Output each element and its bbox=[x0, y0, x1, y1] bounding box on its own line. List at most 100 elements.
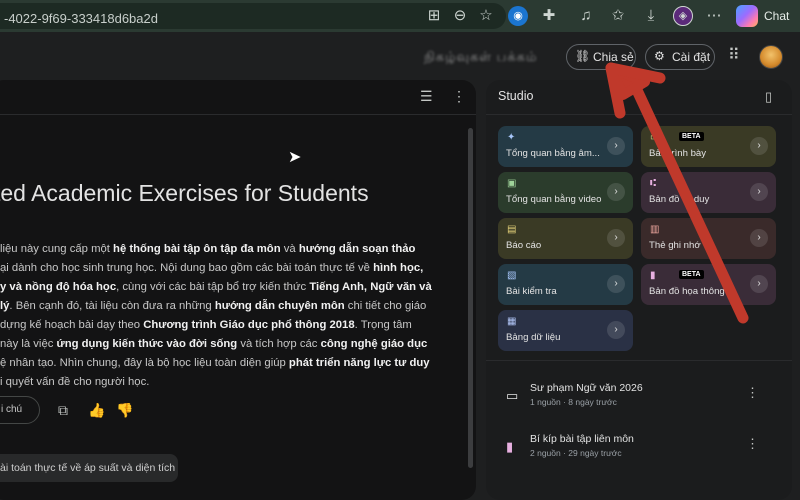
summary-text: ệ nhân tạo. Nhìn chung, đây là bộ học li… bbox=[0, 357, 289, 369]
summary-highlight: hướng dẫn soạn thảo bbox=[298, 243, 416, 255]
summary-text: , cùng với các bài tập bổ trợ kiến thức bbox=[116, 281, 310, 293]
summary-text: . Bên cạnh đó, tài liệu còn đưa ra những bbox=[9, 300, 215, 312]
studio-tile-label: Bài kiểm tra bbox=[506, 286, 557, 297]
save-to-note-button[interactable]: i chú bbox=[0, 396, 40, 424]
summary-line: i quyết vấn đề cho người học. bbox=[0, 373, 440, 392]
studio-tile-icon: ▥ bbox=[650, 224, 660, 235]
summary-highlight: Chương trình Giáo dục phổ thông 2018 bbox=[143, 319, 355, 331]
note-item[interactable]: ▭ Sư phạm Ngữ văn 2026 1 nguồn · 8 ngày tr… bbox=[498, 382, 778, 422]
summary-highlight: hướng dẫn chuyên môn bbox=[214, 300, 345, 312]
summary-text: và bbox=[280, 243, 299, 255]
chevron-right-icon[interactable]: › bbox=[750, 183, 768, 201]
share-icon: ⛓ bbox=[575, 49, 591, 63]
chevron-right-icon[interactable]: › bbox=[607, 183, 625, 201]
translate-icon[interactable]: ⊞ bbox=[424, 6, 444, 26]
chevron-right-icon[interactable]: › bbox=[607, 229, 625, 247]
studio-tile-label: Thẻ ghi nhớ bbox=[649, 240, 701, 251]
studio-tile[interactable]: ▮ BETA Bản đồ họa thông t... › bbox=[641, 264, 776, 305]
summary-line: ại dành cho học sinh trung học. Nội dung… bbox=[0, 259, 440, 278]
copilot-icon bbox=[736, 5, 758, 27]
summary-text: ại dành cho học sinh trung học. Nội dung… bbox=[0, 262, 374, 274]
thumbs-up-icon[interactable]: 👍 bbox=[88, 402, 105, 419]
studio-tile-icon: ▤ bbox=[507, 224, 517, 235]
chevron-right-icon[interactable]: › bbox=[750, 137, 768, 155]
suggested-question-label: ài toán thực tế về áp suất và diện tích bbox=[0, 462, 176, 474]
studio-tile[interactable]: ✦ Tổng quan bằng âm... › bbox=[498, 126, 633, 167]
chevron-right-icon[interactable]: › bbox=[750, 275, 768, 293]
summary-line: này là việc ứng dụng kiến thức vào đời s… bbox=[0, 335, 440, 354]
chevron-right-icon[interactable]: › bbox=[750, 229, 768, 247]
studio-tile[interactable]: ▦ Bảng dữ liệu › bbox=[498, 310, 633, 351]
summary-text: dựng kế hoạch bài dạy theo bbox=[0, 319, 144, 331]
extensions-icon[interactable]: ✚ bbox=[539, 6, 559, 26]
summary-text: i quyết vấn đề cho người học. bbox=[0, 376, 150, 388]
copy-icon[interactable]: ⧉ bbox=[58, 402, 68, 419]
suggested-question[interactable]: ài toán thực tế về áp suất và diện tích bbox=[0, 454, 178, 482]
tune-settings-icon[interactable]: ☰ bbox=[420, 88, 433, 105]
url-text: -4022-9f69-333418d6ba2d bbox=[4, 11, 158, 26]
summary-line: liệu này cung cấp một hệ thống bài tập ô… bbox=[0, 240, 440, 259]
studio-tile-icon: ▭ bbox=[650, 132, 660, 143]
studio-tile-label: Tổng quan bằng video bbox=[506, 194, 602, 205]
zoom-icon[interactable]: ⊖ bbox=[450, 6, 470, 26]
divider bbox=[0, 114, 476, 115]
studio-tile-label: Báo cáo bbox=[506, 240, 542, 251]
summary-line: y và nồng độ hóa học, cùng với các bài t… bbox=[0, 278, 440, 297]
studio-tile-icon: ▮ bbox=[650, 270, 656, 281]
summary-text: này là việc bbox=[0, 338, 57, 350]
studio-tile-icon: ⑆ bbox=[650, 178, 656, 189]
studio-tile-icon: ▦ bbox=[507, 316, 517, 327]
summary-text: liệu này cung cấp một bbox=[0, 243, 114, 255]
avatar[interactable] bbox=[759, 45, 783, 69]
studio-title: Studio bbox=[498, 89, 534, 103]
scrollbar[interactable] bbox=[468, 128, 473, 468]
more-icon[interactable]: ⋯ bbox=[704, 6, 724, 26]
bookmark-star-icon[interactable]: ☆ bbox=[476, 6, 496, 26]
apps-grid-icon[interactable]: ⠿ bbox=[728, 48, 744, 64]
studio-tile[interactable]: ▥ Thẻ ghi nhớ › bbox=[641, 218, 776, 259]
note-meta: 1 nguồn · 8 ngày trước bbox=[530, 397, 617, 407]
studio-tile[interactable]: ▧ Bài kiểm tra › bbox=[498, 264, 633, 305]
settings-button[interactable]: ⚙ Cài đặt bbox=[645, 44, 715, 70]
summary-line: ệ nhân tạo. Nhìn chung, đây là bộ học li… bbox=[0, 354, 440, 373]
media-icon[interactable]: ♫ bbox=[576, 6, 596, 26]
studio-tile[interactable]: ▣ Tổng quan bằng video › bbox=[498, 172, 633, 213]
browser-toolbar: -4022-9f69-333418d6ba2d ⊞ ⊖ ☆ ◉ ✚ ♫ ✩ ⤓ … bbox=[0, 0, 800, 32]
studio-tile-label: Bản đồ họa thông t... bbox=[649, 286, 739, 297]
download-icon[interactable]: ⤓ bbox=[641, 6, 661, 26]
summary-line: lý. Bên cạnh đó, tài liệu còn đưa ra nhữ… bbox=[0, 297, 440, 316]
notebook-summary: liệu này cung cấp một hệ thống bài tập ô… bbox=[0, 240, 440, 392]
chevron-right-icon[interactable]: › bbox=[607, 275, 625, 293]
summary-highlight: công nghệ giáo dục bbox=[320, 338, 428, 350]
note-icon: ▮ bbox=[506, 439, 514, 454]
more-options-icon[interactable]: ⋮ bbox=[746, 436, 759, 452]
favorites-icon[interactable]: ✩ bbox=[608, 6, 628, 26]
chevron-right-icon[interactable]: › bbox=[607, 137, 625, 155]
vpn-icon[interactable]: ◉ bbox=[508, 6, 528, 26]
divider bbox=[486, 360, 792, 361]
save-to-note-label: i chú bbox=[1, 404, 23, 415]
chevron-right-icon[interactable]: › bbox=[607, 321, 625, 339]
studio-tile-label: Bản trình bày bbox=[649, 148, 707, 159]
studio-tile-icon: ▧ bbox=[507, 270, 517, 281]
studio-tile-label: Bản đồ tư duy bbox=[649, 194, 710, 205]
copilot-chat-button[interactable]: Chat bbox=[736, 4, 794, 28]
settings-label: Cài đặt bbox=[672, 50, 711, 64]
beta-badge: BETA bbox=[679, 132, 704, 141]
profile-icon[interactable]: ◈ bbox=[673, 6, 693, 26]
thumbs-down-icon[interactable]: 👎 bbox=[116, 402, 133, 419]
studio-tile[interactable]: ▤ Báo cáo › bbox=[498, 218, 633, 259]
collapse-panel-icon[interactable]: ▯ bbox=[765, 89, 772, 105]
chat-label: Chat bbox=[764, 9, 790, 23]
summary-highlight: hệ thống bài tập ôn tập đa môn bbox=[113, 243, 281, 255]
blurred-notebook-title: நிகழ்வுகள் பக்கம் bbox=[424, 49, 538, 64]
summary-text: chi tiết cho giáo bbox=[344, 300, 427, 312]
studio-tile[interactable]: ⑆ Bản đồ tư duy › bbox=[641, 172, 776, 213]
studio-tile[interactable]: ▭ BETA Bản trình bày › bbox=[641, 126, 776, 167]
share-button[interactable]: ⛓ Chia sẻ bbox=[566, 44, 636, 70]
more-options-icon[interactable]: ⋮ bbox=[746, 385, 759, 401]
studio-tile-icon: ✦ bbox=[507, 132, 516, 143]
note-item[interactable]: ▮ Bí kíp bài tập liên môn 2 nguồn · 29 ngà… bbox=[498, 433, 778, 473]
gear-icon: ⚙ bbox=[654, 49, 665, 63]
more-options-icon[interactable]: ⋮ bbox=[452, 88, 466, 105]
